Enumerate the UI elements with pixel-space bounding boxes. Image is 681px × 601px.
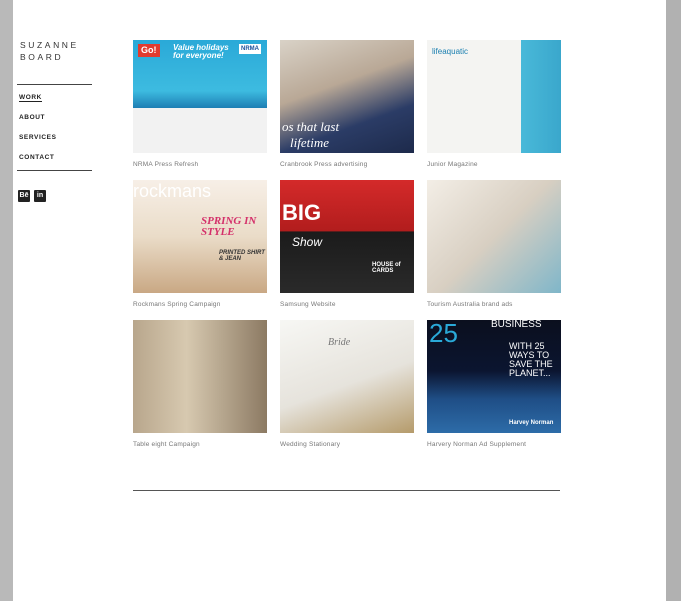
- thumb-text: Harvey Norman: [509, 420, 554, 426]
- project-caption[interactable]: NRMA Press Refresh: [133, 161, 267, 168]
- thumb-text: PRINTED SHIRT & JEAN: [219, 250, 265, 262]
- page: SUZANNE BOARD WORK ABOUT SERVICES CONTAC…: [13, 0, 666, 601]
- project-caption[interactable]: Rockmans Spring Campaign: [133, 301, 267, 308]
- logo-line-1: SUZANNE: [20, 40, 79, 50]
- thumb-text: lifetime: [290, 135, 329, 150]
- project-thumbnail[interactable]: Bride: [280, 320, 414, 433]
- main-nav: WORK ABOUT SERVICES CONTACT: [19, 94, 57, 174]
- linkedin-icon[interactable]: in: [34, 190, 46, 202]
- project-tile[interactable]: Bride Wedding Stationary: [280, 320, 414, 448]
- thumb-text: BIG: [282, 200, 322, 225]
- project-tile[interactable]: Table eight Campaign: [133, 320, 267, 448]
- project-thumbnail[interactable]: BIG Show HOUSE of CARDS: [280, 180, 414, 293]
- project-caption[interactable]: Wedding Stationary: [280, 441, 414, 448]
- project-caption[interactable]: Harvery Norman Ad Supplement: [427, 441, 561, 448]
- thumb-text: HOUSE of CARDS: [372, 262, 401, 274]
- thumb-text: Value holidays for everyone!: [173, 43, 229, 60]
- thumb-text: BUSINESS: [491, 320, 542, 330]
- thumb-text: SPRING IN STYLE: [201, 215, 257, 238]
- logo-line-2: BOARD: [20, 52, 64, 62]
- project-thumbnail[interactable]: rockmans SPRING IN STYLE PRINTED SHIRT &…: [133, 180, 267, 293]
- project-thumbnail[interactable]: [133, 320, 267, 433]
- site-logo[interactable]: SUZANNE BOARD: [20, 39, 100, 63]
- thumb-text: os that last: [282, 119, 340, 134]
- thumb-text: WITH 25 WAYS TO SAVE THE PLANET...: [509, 341, 553, 378]
- project-tile[interactable]: os that last lifetime Cranbrook Press ad…: [280, 40, 414, 168]
- thumb-text: NRMA: [239, 44, 261, 54]
- thumb-text: 25: [429, 320, 458, 348]
- thumb-text: lifeaquatic: [432, 47, 469, 56]
- nav-about[interactable]: ABOUT: [19, 114, 57, 134]
- thumb-text: Bride: [328, 337, 351, 348]
- project-thumbnail[interactable]: 25 BUSINESS WITH 25 WAYS TO SAVE THE PLA…: [427, 320, 561, 433]
- behance-icon[interactable]: Bē: [18, 190, 30, 202]
- nav-work[interactable]: WORK: [19, 94, 57, 114]
- project-caption[interactable]: Junior Magazine: [427, 161, 561, 168]
- footer-divider: [133, 490, 560, 491]
- nav-contact[interactable]: CONTACT: [19, 154, 57, 174]
- project-tile[interactable]: 25 BUSINESS WITH 25 WAYS TO SAVE THE PLA…: [427, 320, 561, 448]
- project-caption[interactable]: Table eight Campaign: [133, 441, 267, 448]
- thumb-text: Show: [292, 235, 323, 249]
- nav-services[interactable]: SERVICES: [19, 134, 57, 154]
- project-tile[interactable]: BIG Show HOUSE of CARDS Samsung Website: [280, 180, 414, 308]
- project-caption[interactable]: Tourism Australia brand ads: [427, 301, 561, 308]
- project-tile[interactable]: rockmans SPRING IN STYLE PRINTED SHIRT &…: [133, 180, 267, 308]
- divider: [17, 170, 92, 171]
- project-thumbnail[interactable]: lifeaquatic: [427, 40, 561, 153]
- thumb-text: rockmans: [133, 181, 212, 201]
- social-links: Bē in: [18, 190, 50, 208]
- project-tile[interactable]: Tourism Australia brand ads: [427, 180, 561, 308]
- scrollbar[interactable]: [666, 0, 681, 601]
- project-thumbnail[interactable]: [427, 180, 561, 293]
- project-caption[interactable]: Samsung Website: [280, 301, 414, 308]
- project-tile[interactable]: lifeaquatic Junior Magazine: [427, 40, 561, 168]
- project-tile[interactable]: Go! Value holidays for everyone! NRMA NR…: [133, 40, 267, 168]
- project-caption[interactable]: Cranbrook Press advertising: [280, 161, 414, 168]
- project-thumbnail[interactable]: os that last lifetime: [280, 40, 414, 153]
- project-thumbnail[interactable]: Go! Value holidays for everyone! NRMA: [133, 40, 267, 153]
- divider: [17, 84, 92, 85]
- thumb-text: Go!: [138, 44, 160, 57]
